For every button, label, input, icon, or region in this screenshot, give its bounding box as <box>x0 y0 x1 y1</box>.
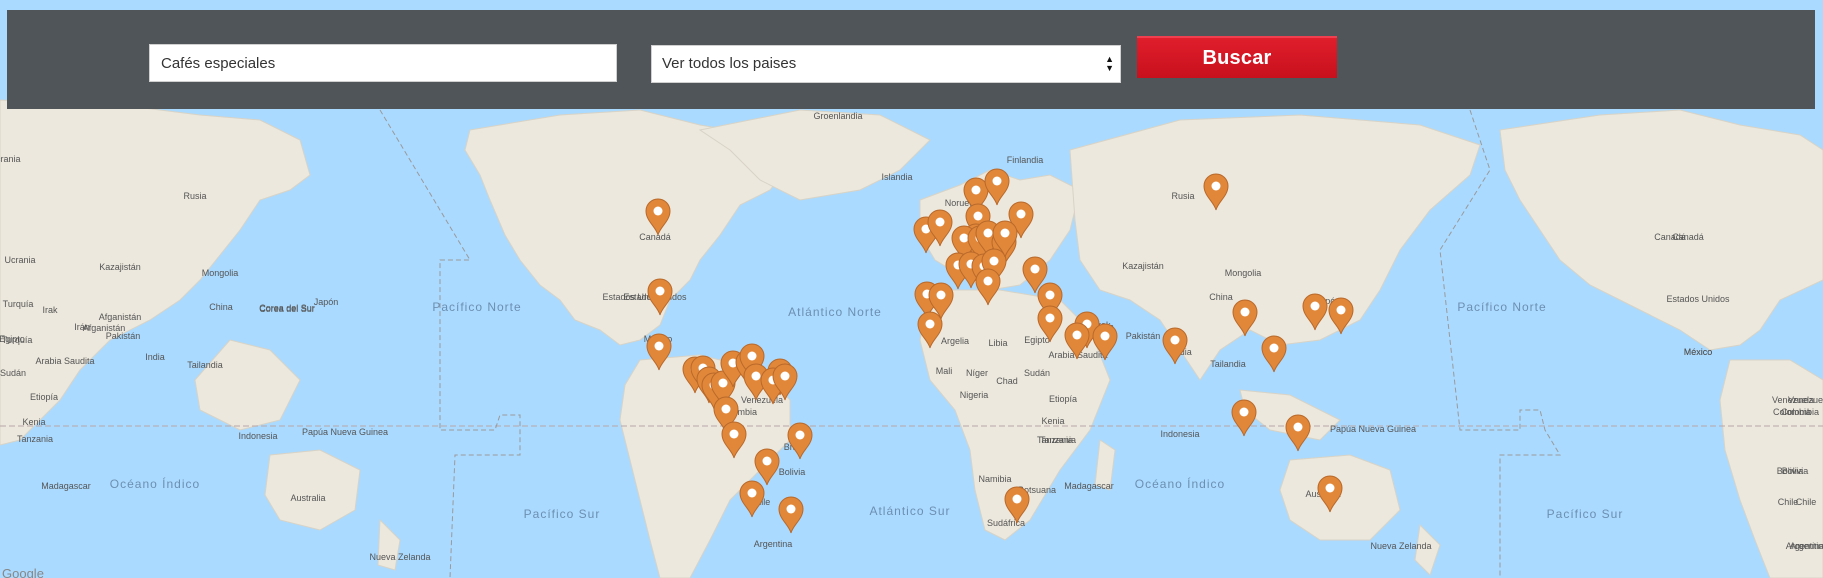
country-label: Tailandia <box>187 360 223 370</box>
country-label: Indonesia <box>238 431 277 441</box>
ocean-label: Pacífico Norte <box>1457 300 1546 314</box>
country-label: Irak <box>42 305 58 315</box>
country-label: Canadá <box>639 232 671 242</box>
country-label: Bolivia <box>779 467 806 477</box>
country-label: Canadá <box>1654 232 1686 242</box>
country-label: Papúa Nueva Guinea <box>302 427 388 437</box>
country-label: Egipto <box>1024 335 1050 345</box>
search-input[interactable] <box>149 44 617 82</box>
country-label: Madagascar <box>1064 481 1114 491</box>
country-label: Ucrania <box>0 154 21 164</box>
country-label: Papúa Nueva Guinea <box>1330 424 1416 434</box>
google-footer: Google <box>2 566 44 578</box>
ocean-label: Atlántico Norte <box>788 305 882 319</box>
country-label: China <box>1209 292 1233 302</box>
country-label: Japón <box>314 297 339 307</box>
country-label: Nueva Zelanda <box>1370 541 1431 551</box>
country-label: Pakistán <box>1126 331 1161 341</box>
country-label: Kenia <box>1041 416 1064 426</box>
country-label: Estados Unidos <box>1666 294 1730 304</box>
country-label: Finlandia <box>1007 155 1044 165</box>
ocean-label: Pacífico Sur <box>1547 507 1624 521</box>
country-label: Rusia <box>183 191 206 201</box>
country-label: Islandia <box>881 172 912 182</box>
country-label: Chad <box>996 376 1018 386</box>
country-label: Rusia <box>1171 191 1194 201</box>
country-label: India <box>145 352 165 362</box>
country-label: Argelia <box>941 336 969 346</box>
select-arrows-icon: ▲ ▼ <box>1105 54 1114 73</box>
country-label: Corea del Sur <box>259 304 315 314</box>
country-label: Chile <box>1796 497 1817 507</box>
country-label: Etiopía <box>30 392 58 402</box>
country-label: Etiopía <box>1049 394 1077 404</box>
country-label: Mali <box>936 366 953 376</box>
country-label: Australia <box>290 493 325 503</box>
country-label: Sudáfrica <box>987 518 1025 528</box>
country-label: Turquía <box>3 299 34 309</box>
country-label: Egipto <box>0 334 25 344</box>
country-label: Kazajistán <box>99 262 141 272</box>
country-label: Kenia <box>22 417 45 427</box>
ocean-label: Océano Índico <box>110 476 200 491</box>
search-bar: Ver todos los paises ▲▼ Buscar <box>7 10 1815 109</box>
country-label: Tailandia <box>1210 359 1246 369</box>
ocean-label: Océano Índico <box>1135 476 1225 491</box>
country-label: Indonesia <box>1160 429 1199 439</box>
country-label: Afganistán <box>99 312 142 322</box>
ocean-label: Atlántico Sur <box>869 504 950 518</box>
country-label: Libia <box>988 338 1007 348</box>
country-select[interactable]: Ver todos los paises ▲ ▼ <box>651 45 1121 83</box>
search-button[interactable]: Buscar <box>1137 36 1337 78</box>
country-label: Colombia <box>1781 407 1819 417</box>
country-label: Kazajistán <box>1122 261 1164 271</box>
country-label: Arabia Saudita <box>35 356 94 366</box>
country-label: Ucrania <box>4 255 35 265</box>
country-select-value: Ver todos los paises <box>662 55 797 72</box>
country-label: Chile <box>1778 497 1799 507</box>
country-label: Sudán <box>0 368 26 378</box>
country-label: Sudán <box>1024 368 1050 378</box>
country-label: Madagascar <box>41 481 91 491</box>
country-label: Argentina <box>1786 541 1823 551</box>
country-label: Bolivia <box>1777 466 1804 476</box>
country-label: Irán <box>74 322 90 332</box>
country-label: Nueva Zelanda <box>369 552 430 562</box>
country-label: Argentina <box>754 539 793 549</box>
ocean-label: Pacífico Sur <box>524 507 601 521</box>
country-label: Mongolia <box>202 268 239 278</box>
ocean-label: Pacífico Norte <box>432 300 521 314</box>
country-label: Nigeria <box>960 390 989 400</box>
country-label: Níger <box>966 368 988 378</box>
country-label: Venezuela <box>1772 395 1814 405</box>
country-label: Groenlandia <box>813 111 862 121</box>
country-label: Namibia <box>978 474 1011 484</box>
country-label: China <box>209 302 233 312</box>
country-label: Mongolia <box>1225 268 1262 278</box>
country-label: Tanzania <box>1040 435 1076 445</box>
country-label: México <box>1684 347 1713 357</box>
country-label: Tanzania <box>17 434 53 444</box>
